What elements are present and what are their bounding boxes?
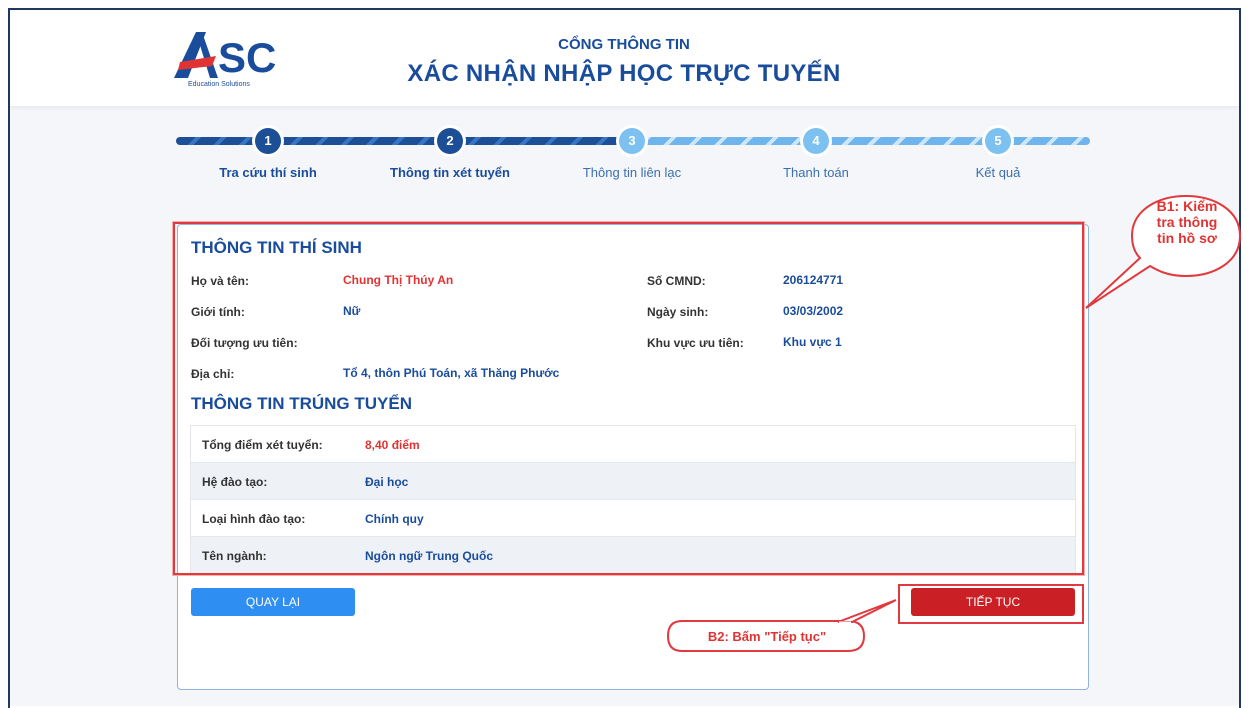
- b1-line-3: tin hồ sơ: [1157, 230, 1217, 246]
- b1-annotation: B1: Kiểm tra thông tin hồ sơ: [1132, 198, 1242, 246]
- b2-annotation: B2: Bấm "Tiếp tục": [707, 629, 827, 644]
- callout-shapes: [666, 194, 1242, 652]
- b1-line-2: tra thông: [1156, 214, 1218, 230]
- b2-callout-pointer: [837, 599, 897, 623]
- b1-line-1: B1: Kiểm: [1156, 198, 1218, 214]
